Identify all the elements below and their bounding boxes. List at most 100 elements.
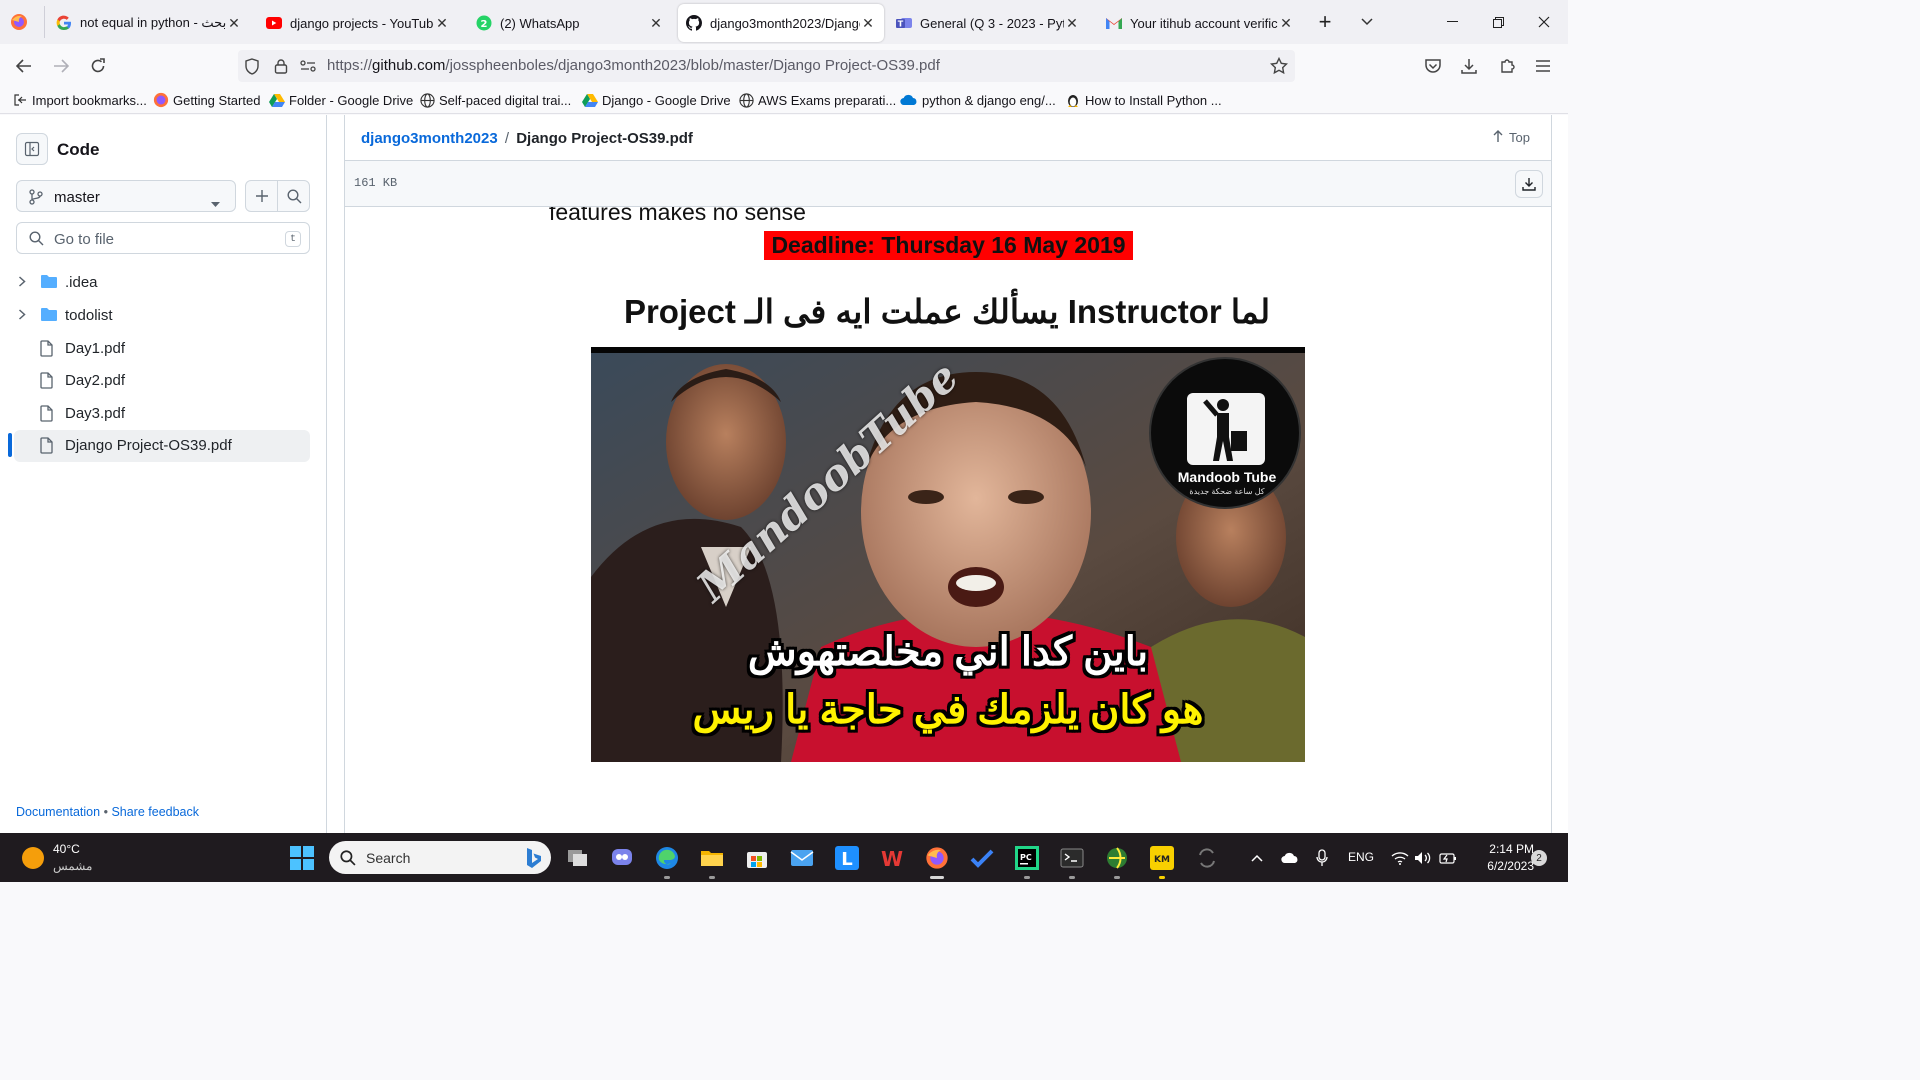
bookmark-folder-drive[interactable]: Folder - Google Drive bbox=[269, 92, 413, 108]
browser-tab-strip: not equal in python - بحث G ✕ django pro… bbox=[0, 0, 1568, 44]
globe-icon bbox=[419, 92, 435, 108]
notification-badge[interactable]: 2 bbox=[1531, 850, 1547, 866]
todo-icon[interactable] bbox=[966, 842, 998, 874]
weather-temperature[interactable]: 40°C bbox=[53, 842, 80, 856]
tab-close-icon[interactable]: ✕ bbox=[434, 15, 450, 32]
list-all-tabs-icon[interactable] bbox=[1352, 8, 1382, 36]
tree-item-folder-idea[interactable]: .idea bbox=[0, 267, 327, 299]
sync-app-icon[interactable] bbox=[1191, 842, 1223, 874]
tab-github-active[interactable]: django3month2023/Django ✕ bbox=[678, 4, 884, 42]
bookmark-import[interactable]: Import bookmarks... bbox=[12, 92, 147, 108]
search-icon bbox=[340, 850, 356, 871]
tab-youtube[interactable]: django projects - YouTube ✕ bbox=[258, 4, 458, 42]
tree-item-file-day3[interactable]: Day3.pdf bbox=[0, 398, 327, 430]
firefox-taskbar-icon[interactable] bbox=[921, 842, 953, 879]
download-raw-icon[interactable] bbox=[1515, 170, 1543, 198]
bookmark-python-django[interactable]: python & django eng/... bbox=[900, 92, 1056, 108]
chevron-right-icon[interactable] bbox=[18, 309, 26, 323]
youtube-icon bbox=[266, 15, 282, 31]
collapse-sidebar-icon[interactable] bbox=[16, 133, 48, 165]
go-to-file-input[interactable]: Go to file t bbox=[16, 222, 310, 254]
bookmark-self-paced[interactable]: Self-paced digital trai... bbox=[419, 92, 571, 108]
microsoft-store-icon[interactable] bbox=[741, 842, 773, 874]
folder-icon bbox=[40, 307, 58, 326]
downloads-icon[interactable] bbox=[1455, 52, 1483, 80]
minimize-icon[interactable] bbox=[1437, 8, 1467, 36]
wps-office-icon[interactable]: W bbox=[876, 842, 908, 874]
tree-item-folder-todolist[interactable]: todolist bbox=[0, 300, 327, 332]
lock-icon[interactable] bbox=[274, 58, 288, 79]
branch-name: master bbox=[54, 189, 100, 206]
microphone-icon[interactable] bbox=[1306, 842, 1338, 874]
share-feedback-link[interactable]: Share feedback bbox=[111, 805, 199, 819]
tree-item-label: Day3.pdf bbox=[65, 405, 126, 422]
clock-time[interactable]: 2:14 PM bbox=[1474, 842, 1534, 856]
address-bar[interactable]: https://github.com/josspheenboles/django… bbox=[238, 50, 1295, 82]
breadcrumb-repo-link[interactable]: django3month2023 bbox=[361, 130, 498, 147]
extensions-icon[interactable] bbox=[1493, 52, 1521, 80]
mail-icon[interactable] bbox=[786, 842, 818, 874]
bookmark-django-drive[interactable]: Django - Google Drive bbox=[582, 92, 731, 108]
permissions-icon[interactable] bbox=[300, 59, 316, 78]
file-content-panel: django3month2023 / Django Project-OS39.p… bbox=[344, 115, 1552, 833]
tree-item-file-day2[interactable]: Day2.pdf bbox=[0, 365, 327, 397]
tab-google-search[interactable]: not equal in python - بحث G ✕ bbox=[48, 4, 250, 42]
new-tab-button[interactable]: + bbox=[1310, 8, 1340, 36]
tab-teams[interactable]: T General (Q 3 - 2023 - Pytho ✕ bbox=[888, 4, 1088, 42]
documentation-link[interactable]: Documentation bbox=[16, 805, 100, 819]
tree-item-file-django-project[interactable]: Django Project-OS39.pdf bbox=[14, 430, 310, 462]
tracking-shield-icon[interactable] bbox=[244, 58, 260, 80]
restore-icon[interactable] bbox=[1483, 8, 1513, 36]
close-window-icon[interactable] bbox=[1529, 8, 1559, 36]
app-menu-icon[interactable] bbox=[1529, 52, 1557, 80]
show-hidden-icons-chevron-icon[interactable] bbox=[1241, 842, 1273, 874]
bookmark-aws-exams[interactable]: AWS Exams preparati... bbox=[738, 92, 896, 108]
edge-icon[interactable] bbox=[651, 842, 683, 879]
teams-chat-icon[interactable] bbox=[606, 842, 638, 874]
forward-arrow-icon[interactable] bbox=[47, 52, 75, 80]
footer-separator: • bbox=[103, 805, 108, 819]
kmplayer-icon[interactable]: KM bbox=[1146, 842, 1178, 879]
tree-item-file-day1[interactable]: Day1.pdf bbox=[0, 333, 327, 365]
reload-icon[interactable] bbox=[84, 52, 112, 80]
bookmark-getting-started[interactable]: Getting Started bbox=[153, 92, 260, 108]
onedrive-cloud-icon[interactable] bbox=[1274, 842, 1306, 874]
git-branch-icon bbox=[29, 189, 43, 210]
windows-start-icon[interactable] bbox=[286, 842, 318, 874]
tab-close-icon[interactable]: ✕ bbox=[1278, 15, 1294, 32]
clock-date[interactable]: 6/2/2023 bbox=[1466, 859, 1534, 873]
tab-close-icon[interactable]: ✕ bbox=[648, 15, 664, 32]
tab-close-icon[interactable]: ✕ bbox=[1064, 15, 1080, 32]
tab-close-icon[interactable]: ✕ bbox=[226, 15, 242, 32]
back-arrow-icon[interactable] bbox=[10, 52, 38, 80]
url-text: https://github.com/josspheenboles/django… bbox=[327, 57, 940, 74]
terminal-icon[interactable] bbox=[1056, 842, 1088, 879]
tab-whatsapp[interactable]: 2 (2) WhatsApp ✕ bbox=[468, 4, 672, 42]
go-to-file-placeholder: Go to file bbox=[54, 231, 115, 248]
breadcrumb-filename: Django Project-OS39.pdf bbox=[516, 130, 693, 147]
branch-selector[interactable]: master bbox=[16, 180, 236, 212]
tab-gmail[interactable]: Your itihub account verificat ✕ bbox=[1098, 4, 1302, 42]
l-app-icon[interactable]: L bbox=[831, 842, 863, 874]
pocket-icon[interactable] bbox=[1419, 52, 1447, 80]
sunny-weather-icon[interactable] bbox=[22, 847, 44, 869]
taskbar-search-box[interactable]: Search bbox=[329, 841, 551, 874]
battery-icon[interactable] bbox=[1432, 842, 1464, 874]
add-file-icon[interactable] bbox=[246, 181, 278, 211]
tab-close-icon[interactable]: ✕ bbox=[860, 15, 876, 32]
file-header: django3month2023 / Django Project-OS39.p… bbox=[345, 115, 1551, 161]
taskbar-search-placeholder: Search bbox=[366, 850, 411, 866]
bookmark-label: python & django eng/... bbox=[922, 92, 1056, 108]
back-to-top-button[interactable]: Top bbox=[1493, 130, 1530, 145]
firefox-menu-icon[interactable] bbox=[10, 13, 28, 36]
svg-text:W: W bbox=[881, 848, 903, 868]
pycharm-icon[interactable]: PC bbox=[1011, 842, 1043, 879]
search-icon[interactable] bbox=[278, 181, 310, 211]
chevron-right-icon[interactable] bbox=[18, 276, 26, 290]
task-view-icon[interactable] bbox=[562, 842, 594, 874]
pycharm-edu-icon[interactable] bbox=[1101, 842, 1133, 879]
input-language[interactable]: ENG bbox=[1348, 850, 1374, 864]
file-explorer-icon[interactable] bbox=[696, 842, 728, 879]
bookmark-star-icon[interactable] bbox=[1269, 56, 1289, 80]
bookmark-install-python[interactable]: How to Install Python ... bbox=[1065, 92, 1222, 108]
